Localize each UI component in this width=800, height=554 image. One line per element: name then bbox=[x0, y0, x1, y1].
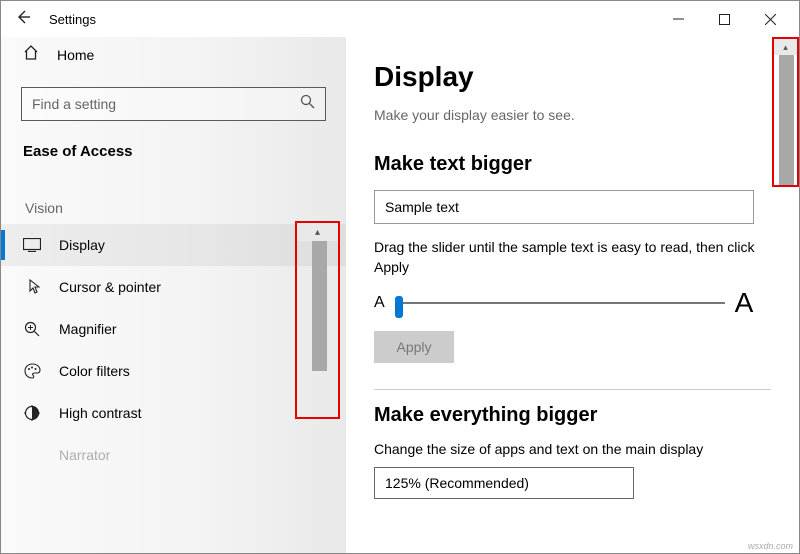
slider-description: Drag the slider until the sample text is… bbox=[374, 238, 771, 277]
palette-icon bbox=[23, 363, 41, 379]
sidebar-item-label: Display bbox=[59, 237, 105, 253]
sidebar-item-label: High contrast bbox=[59, 405, 141, 421]
cursor-icon bbox=[23, 279, 41, 295]
scroll-up-icon[interactable]: ▴ bbox=[774, 39, 797, 55]
home-link[interactable]: Home bbox=[1, 37, 346, 73]
category-label: Ease of Access bbox=[1, 135, 346, 166]
sidebar-item-label: Color filters bbox=[59, 363, 130, 379]
search-box[interactable] bbox=[21, 87, 326, 121]
scaling-description: Change the size of apps and text on the … bbox=[374, 441, 771, 457]
maximize-button[interactable] bbox=[701, 4, 747, 34]
small-a-label: A bbox=[374, 294, 385, 312]
scaling-dropdown[interactable]: 125% (Recommended) bbox=[374, 467, 634, 499]
apply-button[interactable]: Apply bbox=[374, 331, 454, 363]
slider-thumb[interactable] bbox=[395, 296, 403, 318]
sidebar-item-label: Magnifier bbox=[59, 321, 117, 337]
content-scrollbar-highlight: ▴ bbox=[772, 37, 799, 187]
contrast-icon bbox=[23, 405, 41, 421]
page-subtitle: Make your display easier to see. bbox=[374, 107, 771, 123]
app-title: Settings bbox=[49, 12, 96, 27]
minimize-button[interactable] bbox=[655, 4, 701, 34]
group-vision: Vision bbox=[1, 166, 346, 224]
home-label: Home bbox=[57, 47, 94, 63]
sample-text-box: Sample text bbox=[374, 190, 754, 224]
back-icon[interactable] bbox=[15, 9, 31, 30]
content-pane: Display Make your display easier to see.… bbox=[346, 37, 799, 553]
sidebar-item-narrator[interactable]: Narrator bbox=[1, 434, 346, 463]
scroll-up-icon[interactable]: ▴ bbox=[297, 223, 338, 241]
sidebar-scrollbar-highlight: ▴ bbox=[295, 221, 340, 419]
window-controls bbox=[655, 4, 793, 34]
watermark: wsxdn.com bbox=[748, 541, 793, 551]
section-make-everything-bigger: Make everything bigger bbox=[374, 404, 771, 427]
title-bar: Settings bbox=[1, 1, 799, 37]
section-make-text-bigger: Make text bigger bbox=[374, 153, 771, 176]
magnifier-icon bbox=[23, 321, 41, 337]
dropdown-value: 125% (Recommended) bbox=[385, 475, 529, 491]
close-button[interactable] bbox=[747, 4, 793, 34]
content-scrollbar-thumb[interactable] bbox=[779, 55, 794, 185]
sidebar-item-label: Narrator bbox=[59, 447, 110, 463]
search-input[interactable] bbox=[32, 96, 287, 112]
sidebar-item-label: Cursor & pointer bbox=[59, 279, 161, 295]
text-size-slider[interactable] bbox=[395, 293, 725, 313]
big-a-label: A bbox=[735, 287, 754, 319]
search-icon bbox=[300, 94, 315, 114]
divider bbox=[374, 389, 771, 390]
sidebar-scrollbar-thumb[interactable] bbox=[312, 241, 327, 371]
home-icon bbox=[23, 45, 39, 65]
page-title: Display bbox=[374, 61, 771, 93]
slider-track bbox=[395, 302, 725, 304]
sidebar: Home Ease of Access Vision Display Curso… bbox=[1, 37, 346, 553]
sample-text: Sample text bbox=[385, 199, 459, 215]
monitor-icon bbox=[23, 238, 41, 252]
